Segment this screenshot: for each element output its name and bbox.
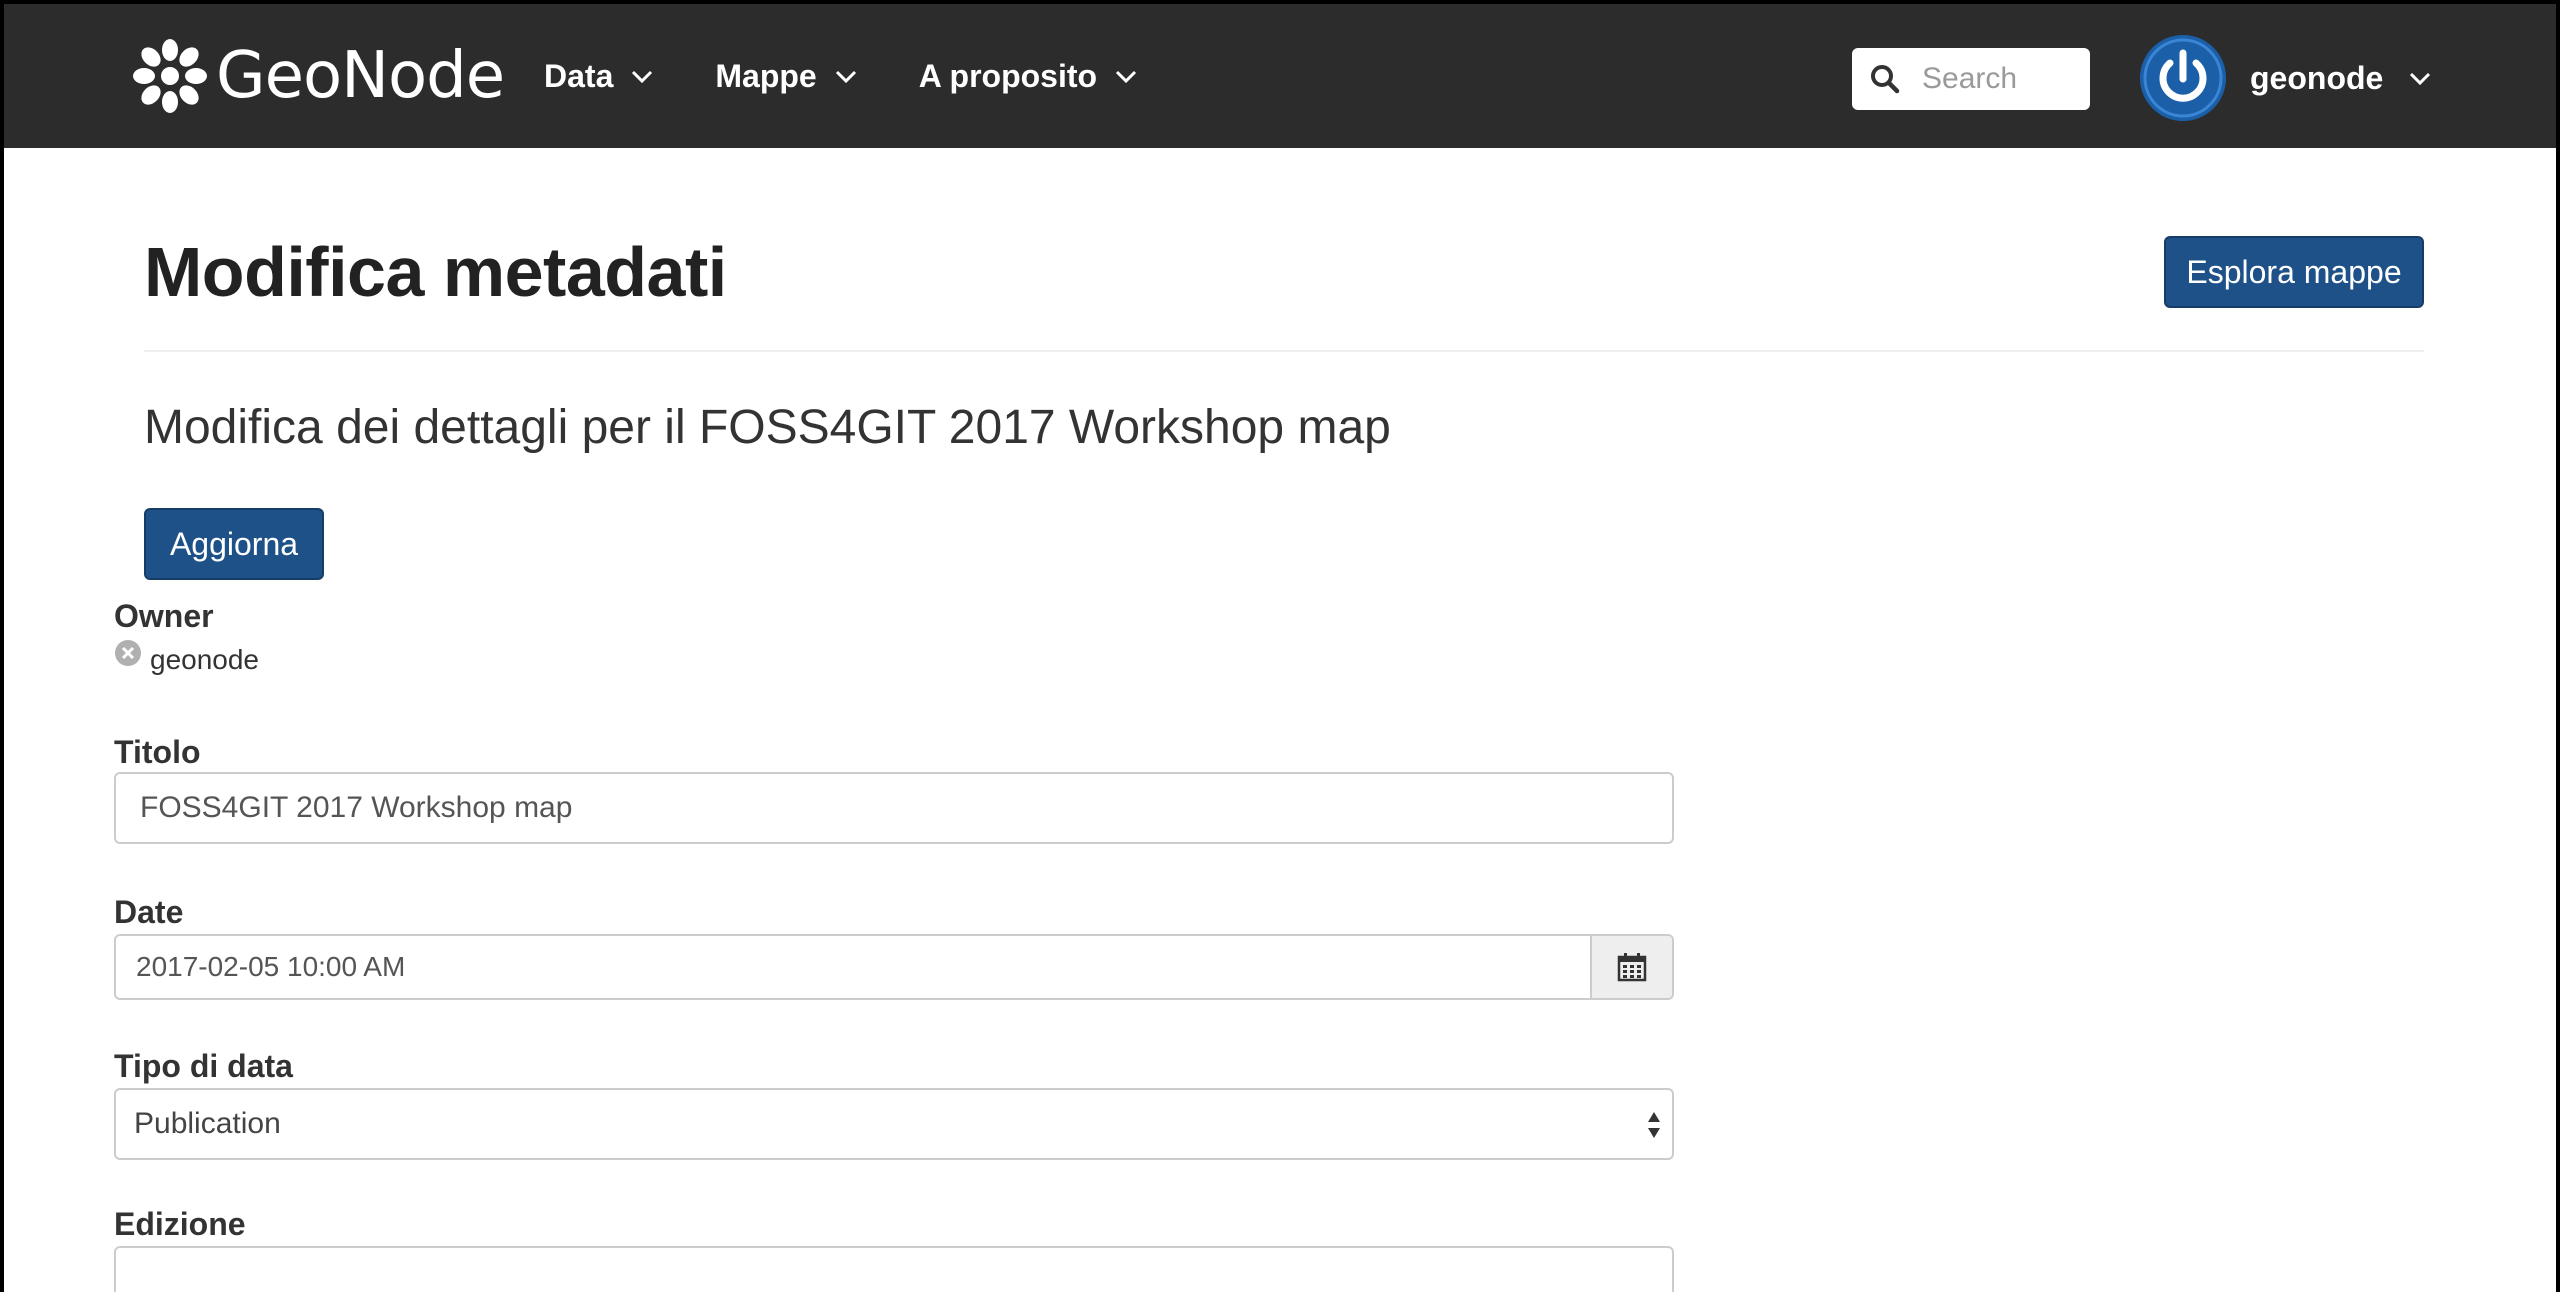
calendar-icon (1617, 953, 1647, 982)
date-input-group: 2017-02-05 10:00 AM (114, 934, 1674, 1000)
divider (144, 350, 2424, 352)
date-type-label: Tipo di data (114, 1048, 293, 1084)
title-input[interactable]: FOSS4GIT 2017 Workshop map (114, 772, 1674, 844)
power-icon (2140, 35, 2226, 121)
nav-item-label: A proposito (918, 57, 1098, 94)
nav-item-label: Data (544, 57, 614, 94)
owner-name: geonode (150, 644, 260, 675)
browser-window: GeoNode Data Mappe A proposito Search ge… (0, 0, 2560, 1292)
page-subtitle: Modifica dei dettagli per il FOSS4GIT 20… (144, 401, 1391, 454)
date-input[interactable]: 2017-02-05 10:00 AM (116, 936, 1590, 998)
edition-input[interactable] (114, 1246, 1674, 1292)
search-box (1852, 48, 2090, 110)
nav-item-a-proposito[interactable]: A proposito (919, 58, 1139, 95)
explore-maps-button[interactable]: Esplora mappe (2164, 236, 2424, 308)
user-menu[interactable]: geonode (2140, 35, 2433, 121)
date-type-select[interactable]: Publication (114, 1088, 1674, 1160)
chevron-down-icon (632, 70, 653, 84)
nav-item-data[interactable]: Data (544, 58, 655, 95)
avatar (2140, 35, 2226, 121)
owner-label: Owner (114, 598, 214, 634)
nav-item-label: Mappe (715, 57, 817, 94)
chevron-down-icon (2410, 72, 2431, 86)
edition-label: Edizione (114, 1206, 246, 1242)
owner-value-row: geonode (114, 640, 260, 676)
chevron-down-icon (835, 70, 856, 84)
remove-circle-icon[interactable] (114, 639, 142, 667)
update-button[interactable]: Aggiorna (144, 508, 324, 580)
calendar-button[interactable] (1590, 936, 1672, 998)
date-label: Date (114, 894, 184, 930)
chevron-down-icon (1115, 70, 1137, 84)
page-title: Modifica metadati (144, 233, 727, 311)
select-arrows-icon (1648, 1112, 1660, 1138)
brand-name: GeoNode (216, 39, 505, 113)
brand-logo[interactable]: GeoNode (130, 32, 505, 120)
top-navbar: GeoNode Data Mappe A proposito Search ge… (4, 4, 2556, 148)
main-nav: Data Mappe A proposito (544, 4, 1199, 148)
geonode-logo-icon (133, 39, 207, 113)
search-icon (1871, 65, 1900, 94)
date-type-selected: Publication (134, 1107, 281, 1140)
user-name: geonode (2250, 59, 2384, 96)
nav-item-mappe[interactable]: Mappe (715, 58, 858, 95)
title-label: Titolo (114, 734, 201, 770)
search-input[interactable] (1922, 62, 2072, 96)
